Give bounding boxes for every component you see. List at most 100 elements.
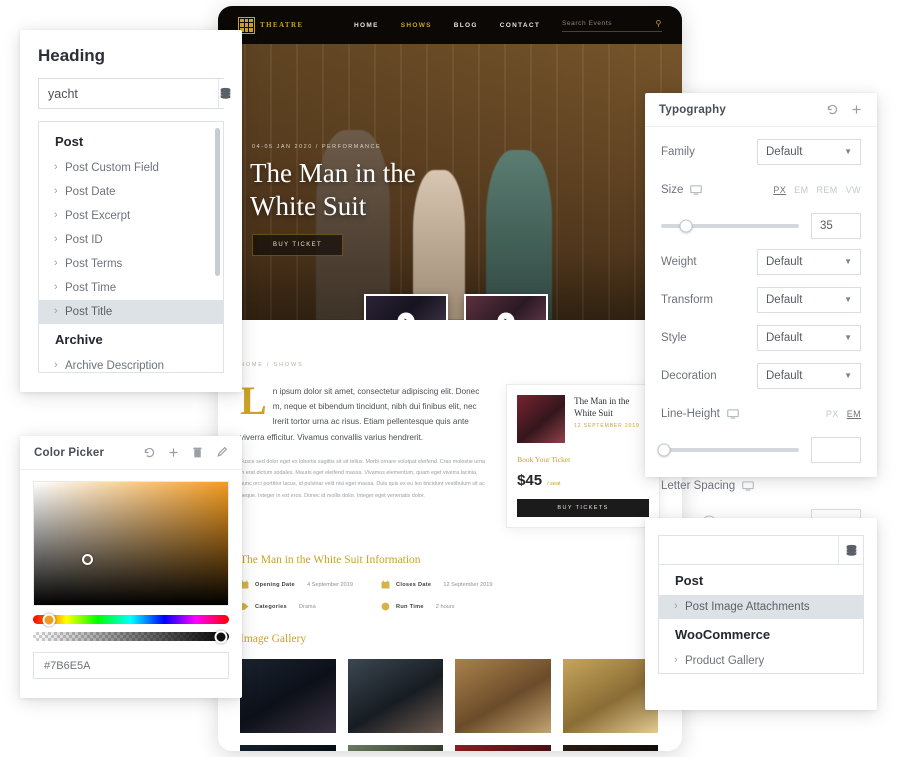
- hero-title-line-2: White Suit: [250, 190, 367, 221]
- saturation-area[interactable]: [33, 481, 229, 606]
- buy-tickets-button[interactable]: BUY TICKETS: [517, 499, 649, 517]
- line-height-slider-knob[interactable]: [657, 443, 671, 457]
- label-decoration: Decoration: [661, 370, 717, 382]
- info-key: Opening Date: [255, 581, 295, 588]
- dynamic-tags-button[interactable]: [838, 536, 863, 565]
- add-icon[interactable]: [850, 103, 863, 116]
- transform-select[interactable]: Default ▼: [757, 287, 861, 313]
- dropdown-item-post-excerpt[interactable]: Post Excerpt: [39, 204, 223, 228]
- dropdown-item-post-title[interactable]: Post Title: [39, 300, 223, 324]
- tag-dropdown[interactable]: Post Post Image Attachments WooCommerce …: [658, 564, 864, 674]
- play-icon[interactable]: [397, 312, 415, 320]
- alpha-slider[interactable]: [33, 630, 229, 643]
- buy-ticket-button[interactable]: BUY TICKET: [252, 234, 344, 256]
- line-height-input[interactable]: [811, 437, 861, 463]
- color-picker-body: #7B6E5A: [20, 470, 242, 692]
- unit-em[interactable]: EM: [794, 185, 808, 195]
- unit-px[interactable]: PX: [826, 409, 839, 419]
- dropdown-item-post-id[interactable]: Post ID: [39, 228, 223, 252]
- dropdown-item-post-date[interactable]: Post Date: [39, 180, 223, 204]
- ticket-price-value: $45: [517, 472, 543, 489]
- chevron-down-icon: ▼: [844, 333, 852, 342]
- tag-search-input[interactable]: [659, 536, 838, 565]
- desktop-icon[interactable]: [727, 409, 739, 419]
- site-navbar: THEATRE HOME SHOWS BLOG CONTACT Search E…: [218, 6, 682, 44]
- dropdown-item-post-custom-field[interactable]: Post Custom Field: [39, 156, 223, 180]
- gallery-5[interactable]: [240, 745, 336, 751]
- unit-px[interactable]: PX: [773, 185, 786, 195]
- ticket-price-unit: / seat: [547, 481, 561, 487]
- style-select[interactable]: Default ▼: [757, 325, 861, 351]
- unit-vw[interactable]: VW: [846, 185, 861, 195]
- hero-banner: 04-05 JAN 2020 / PERFORMANCE The Man in …: [218, 44, 682, 320]
- line-height-slider[interactable]: [657, 443, 799, 457]
- size-slider-knob[interactable]: [679, 219, 693, 233]
- calendar-icon: [381, 580, 390, 589]
- play-icon[interactable]: [497, 312, 515, 320]
- gallery-7[interactable]: [455, 745, 551, 751]
- ticket-card: The Man in the White Suit 12 SEPTEMBER 2…: [506, 384, 660, 528]
- add-icon[interactable]: [167, 446, 180, 459]
- desktop-icon[interactable]: [690, 185, 703, 195]
- chevron-down-icon: ▼: [844, 371, 852, 380]
- nav-link-contact[interactable]: CONTACT: [500, 22, 540, 29]
- video-thumb-1[interactable]: [364, 294, 448, 320]
- ticket-date: 12 SEPTEMBER 2019: [574, 423, 640, 430]
- eyedropper-icon[interactable]: [215, 446, 228, 459]
- dropdown-scrollbar-thumb[interactable]: [215, 128, 220, 276]
- size-slider[interactable]: [661, 219, 799, 233]
- nav-link-home[interactable]: HOME: [354, 22, 379, 29]
- gallery-8[interactable]: [562, 745, 658, 751]
- hue-slider[interactable]: [33, 613, 229, 626]
- info-section-title: The Man in the White Suit Information: [240, 554, 421, 566]
- hue-knob[interactable]: [42, 613, 56, 626]
- gallery-6[interactable]: [347, 745, 443, 751]
- delete-icon[interactable]: [191, 446, 204, 459]
- reset-icon[interactable]: [143, 446, 156, 459]
- saturation-knob[interactable]: [82, 554, 93, 565]
- heading-search-input[interactable]: [39, 79, 218, 108]
- site-logo[interactable]: THEATRE: [238, 16, 354, 34]
- chevron-down-icon: ▼: [844, 257, 852, 266]
- decoration-select[interactable]: Default ▼: [757, 363, 861, 389]
- family-select[interactable]: Default ▼: [757, 139, 861, 165]
- panel-title: Typography: [659, 103, 726, 116]
- dynamic-tags-dropdown[interactable]: Post Post Custom Field Post Date Post Ex…: [38, 121, 224, 373]
- nav-link-blog[interactable]: BLOG: [454, 22, 478, 29]
- gallery-3[interactable]: [455, 659, 551, 733]
- unit-rem[interactable]: REM: [816, 185, 837, 195]
- gallery-4[interactable]: [562, 659, 658, 733]
- label-letter-spacing-text: Letter Spacing: [661, 480, 736, 492]
- gallery-2[interactable]: [347, 659, 443, 733]
- site-search[interactable]: Search Events ⚲: [562, 19, 662, 32]
- unit-em[interactable]: EM: [847, 409, 861, 419]
- info-value: 12 September 2019: [443, 581, 493, 588]
- search-icon[interactable]: ⚲: [656, 19, 662, 28]
- dropdown-item-product-gallery[interactable]: Product Gallery: [659, 649, 863, 673]
- hero-title: The Man in the White Suit: [250, 157, 500, 223]
- dropdown-item-archive-description[interactable]: Archive Description: [39, 354, 223, 372]
- weight-select[interactable]: Default ▼: [757, 249, 861, 275]
- dropdown-item-post-time[interactable]: Post Time: [39, 276, 223, 300]
- row-weight: Weight Default ▼: [661, 243, 861, 281]
- alpha-knob[interactable]: [214, 630, 228, 643]
- family-value: Default: [766, 146, 803, 158]
- gallery-1[interactable]: [240, 659, 336, 733]
- desktop-icon[interactable]: [742, 481, 754, 491]
- site-content: HOME / SHOWS Ln ipsum dolor sit amet, co…: [218, 320, 682, 751]
- info-item: Opening Date 4 September 2019: [240, 580, 367, 589]
- row-transform: Transform Default ▼: [661, 281, 861, 319]
- dynamic-tags-button[interactable]: [218, 79, 232, 108]
- label-line-height: Line-Height: [661, 408, 739, 420]
- size-input[interactable]: 35: [811, 213, 861, 239]
- info-key: Closes Date: [396, 581, 432, 588]
- dropdown-group-woocommerce: WooCommerce: [675, 627, 771, 642]
- clock-icon: [381, 602, 390, 611]
- video-thumb-2[interactable]: [464, 294, 548, 320]
- reset-icon[interactable]: [826, 103, 839, 116]
- dropdown-item-post-terms[interactable]: Post Terms: [39, 252, 223, 276]
- info-item: Run Time 2 hours: [381, 602, 508, 611]
- nav-link-shows[interactable]: SHOWS: [401, 22, 432, 29]
- dropdown-item-post-image-attachments[interactable]: Post Image Attachments: [659, 595, 863, 619]
- hex-input[interactable]: #7B6E5A: [33, 652, 229, 679]
